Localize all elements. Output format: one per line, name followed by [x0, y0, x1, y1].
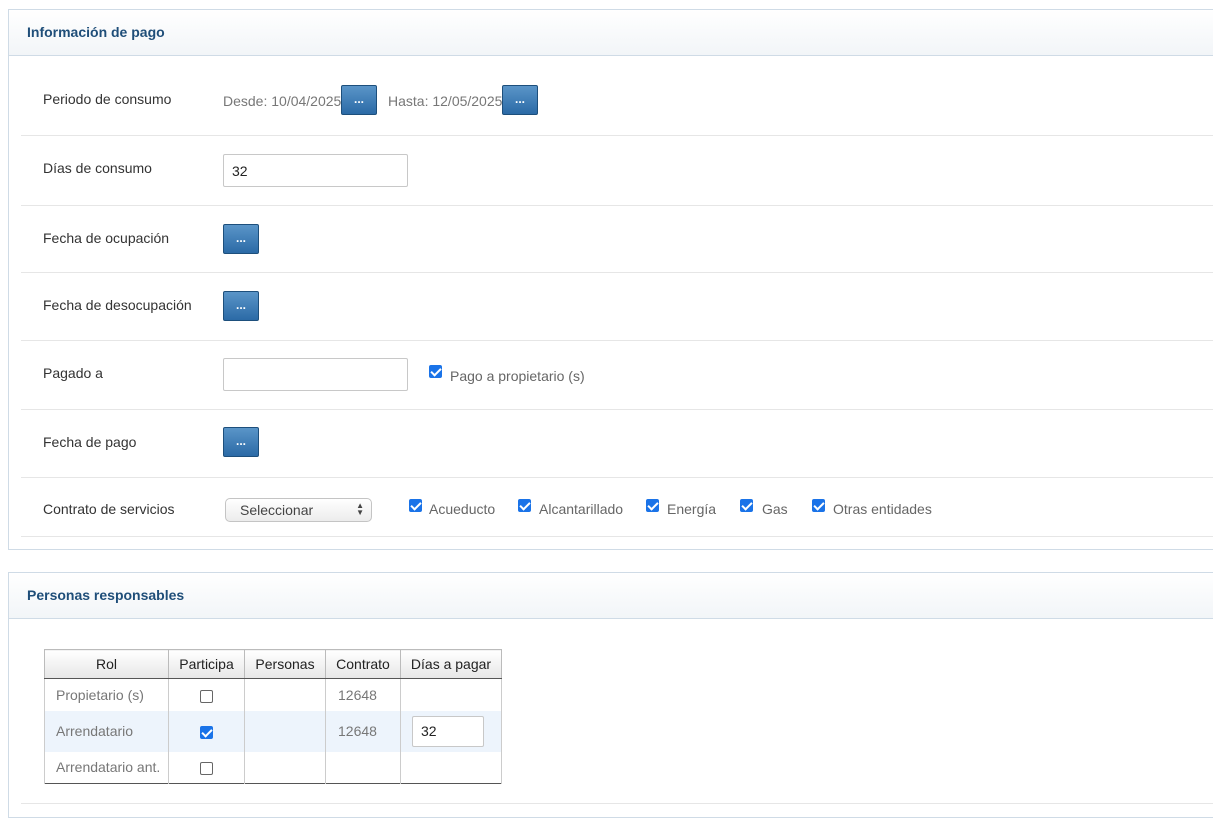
service-label-alcantarillado: Alcantarillado	[539, 501, 624, 517]
consumption-period-row: Periodo de consumo Desde: 10/04/2025 ...…	[21, 56, 1213, 136]
role-cell: Arrendatario ant.	[44, 751, 169, 784]
table-header-row: Rol Participa Personas Contrato Días a p…	[44, 649, 502, 679]
table-row: Propietario (s) 12648	[44, 678, 502, 711]
participates-checkbox-propietario[interactable]	[200, 689, 213, 703]
vacate-date-button[interactable]: ...	[223, 291, 259, 321]
select-arrows-icon: ▲ ▼	[356, 501, 364, 517]
participates-cell	[168, 751, 245, 784]
participates-cell	[168, 710, 245, 752]
consumption-days-input[interactable]	[223, 154, 408, 187]
participates-checkbox-arrendatario-ant[interactable]	[200, 762, 213, 776]
period-from-date-button[interactable]: ...	[341, 85, 377, 115]
occupation-date-label: Fecha de ocupación	[43, 230, 170, 246]
service-checkbox-acueducto[interactable]	[409, 499, 422, 512]
consumption-days-label: Días de consumo	[43, 160, 152, 176]
persons-cell	[244, 678, 326, 711]
vacate-date-row: Fecha de desocupación ...	[21, 273, 1213, 341]
payment-info-title: Información de pago	[9, 10, 1213, 56]
responsible-persons-title: Personas responsables	[9, 573, 1213, 619]
participates-cell	[168, 678, 245, 711]
payment-date-row: Fecha de pago ...	[21, 410, 1213, 478]
service-label-otras-entidades: Otras entidades	[833, 501, 932, 517]
service-contract-row: Contrato de servicios Seleccionar ▲ ▼ Acu…	[21, 478, 1213, 537]
responsible-persons-table: Rol Participa Personas Contrato Días a p…	[44, 649, 502, 784]
consumption-period-label: Periodo de consumo	[43, 91, 172, 107]
service-checkbox-alcantarillado[interactable]	[518, 499, 531, 512]
occupation-date-button[interactable]: ...	[223, 224, 259, 254]
payment-info-panel: Información de pago Periodo de consumo D…	[8, 9, 1213, 550]
period-to-date-button[interactable]: ...	[502, 85, 538, 115]
table-row: Arrendatario 12648	[44, 710, 502, 752]
panel-bottom-divider	[21, 803, 1213, 804]
contract-cell	[325, 751, 401, 784]
service-label-gas: Gas	[762, 501, 788, 517]
service-contract-select[interactable]: Seleccionar ▲ ▼	[225, 498, 372, 522]
column-header-personas: Personas	[244, 649, 326, 679]
column-header-participa: Participa	[168, 649, 245, 679]
column-header-dias-a-pagar: Días a pagar	[400, 649, 502, 679]
owner-payment-checkbox[interactable]	[429, 365, 442, 378]
role-cell: Arrendatario	[44, 710, 169, 752]
consumption-days-row: Días de consumo	[21, 136, 1213, 206]
paid-to-row: Pagado a Pago a propietario (s)	[21, 341, 1213, 410]
column-header-rol: Rol	[44, 649, 169, 679]
owner-payment-label: Pago a propietario (s)	[450, 368, 585, 384]
service-contract-label: Contrato de servicios	[43, 501, 175, 517]
vacate-date-label: Fecha de desocupación	[43, 297, 192, 313]
service-label-acueducto: Acueducto	[429, 501, 496, 517]
service-checkbox-gas[interactable]	[740, 499, 753, 512]
service-contract-select-value: Seleccionar	[240, 502, 314, 518]
responsible-persons-panel: Personas responsables Rol Participa Pers…	[8, 572, 1213, 818]
paid-to-input[interactable]	[223, 358, 408, 391]
service-checkbox-energia[interactable]	[646, 499, 659, 512]
role-cell: Propietario (s)	[44, 678, 169, 711]
persons-cell	[244, 751, 326, 784]
period-from-text: Desde: 10/04/2025	[223, 93, 342, 109]
period-to-text: Hasta: 12/05/2025	[388, 93, 503, 109]
days-cell	[400, 678, 502, 711]
contract-cell: 12648	[325, 678, 401, 711]
days-cell	[400, 710, 502, 752]
paid-to-label: Pagado a	[43, 365, 103, 381]
payment-date-label: Fecha de pago	[43, 434, 137, 450]
days-to-pay-input[interactable]	[412, 715, 484, 747]
service-label-energia: Energía	[667, 501, 717, 517]
column-header-contrato: Contrato	[325, 649, 401, 679]
contract-cell: 12648	[325, 710, 401, 752]
occupation-date-row: Fecha de ocupación ...	[21, 206, 1213, 273]
payment-date-button[interactable]: ...	[223, 427, 259, 457]
persons-cell	[244, 710, 326, 752]
days-cell	[400, 751, 502, 784]
table-row: Arrendatario ant.	[44, 751, 502, 784]
service-checkbox-otras-entidades[interactable]	[812, 499, 825, 512]
participates-checkbox-arrendatario[interactable]	[200, 725, 213, 739]
